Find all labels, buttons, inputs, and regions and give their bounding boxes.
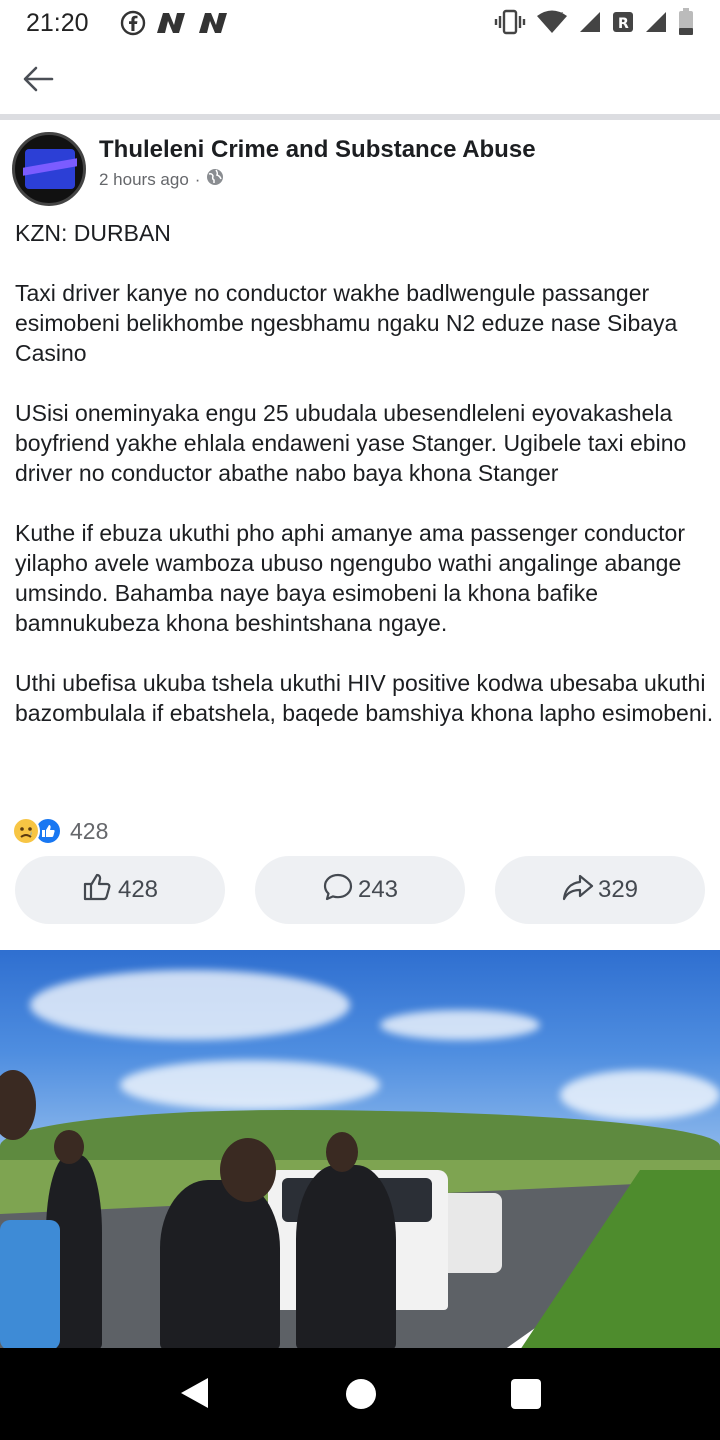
photo-officer-head [326,1132,358,1172]
page-avatar[interactable] [12,132,86,206]
signal-icon [644,10,668,34]
comment-count: 243 [357,876,399,903]
post-paragraph: Uthi ubefisa ukuba tshela ukuthi HIV pos… [15,670,714,726]
system-nav-bar [0,1348,720,1440]
back-button[interactable] [18,63,58,99]
vibrate-icon [494,8,526,36]
like-count: 428 [117,876,159,903]
n-notification-icon [154,11,188,35]
svg-text:R: R [618,16,629,32]
post-paragraph: Taxi driver kanye no conductor wakhe bad… [15,280,678,366]
like-button[interactable]: 428 [15,856,225,924]
post-paragraph: KZN: DURBAN [15,220,171,246]
battery-icon [678,8,694,36]
photo-cloud [560,1070,720,1120]
facebook-icon [120,10,146,36]
n-notification-icon [196,11,230,35]
reaction-summary[interactable]: 428 [12,815,108,847]
photo-cloud [30,970,350,1040]
reaction-count: 428 [70,817,109,844]
post-actions: 428 243 329 [0,856,720,926]
photo-woman-head [220,1138,276,1202]
meta-separator: · [194,169,201,189]
system-icons: x R [494,8,694,36]
back-triangle-icon[interactable] [178,1376,210,1415]
share-button[interactable]: 329 [495,856,705,924]
photo-woman [160,1180,280,1348]
signal-icon [578,10,602,34]
share-arrow-icon [562,872,594,909]
photo-cloud [380,1010,540,1040]
recents-square-icon[interactable] [511,1379,541,1409]
post-text: KZN: DURBAN Taxi driver kanye no conduct… [15,218,715,758]
thumbs-up-icon [82,872,114,909]
comment-button[interactable]: 243 [255,856,465,924]
post-meta: 2 hours ago · [99,168,224,191]
svg-text:x: x [558,10,564,20]
notification-icons [120,10,230,36]
wifi-icon: x [536,9,568,35]
photo-officer-head [54,1130,84,1164]
post-paragraph: Kuthe if ebuza ukuthi pho aphi amanye am… [15,520,685,636]
roaming-r-icon: R [612,10,634,34]
home-circle-icon[interactable] [346,1379,376,1409]
status-time: 21:20 [26,9,89,37]
sad-reaction-icon [12,817,40,845]
photo-officer [296,1165,396,1348]
post-time[interactable]: 2 hours ago [99,170,189,190]
post-photo[interactable] [0,950,720,1348]
photo-cloud [120,1060,380,1110]
app-bar [0,48,720,114]
status-bar: 21:20 x R [0,0,720,48]
share-count: 329 [597,876,639,903]
globe-icon [206,168,224,191]
arrow-left-icon [22,66,54,97]
comment-bubble-icon [322,872,354,909]
photo-person-blue [0,1220,60,1348]
post-header: Thuleleni Crime and Substance Abuse 2 ho… [0,120,720,210]
post-paragraph: USisi oneminyaka engu 25 ubudala ubesend… [15,400,687,486]
page-name[interactable]: Thuleleni Crime and Substance Abuse [99,136,536,164]
